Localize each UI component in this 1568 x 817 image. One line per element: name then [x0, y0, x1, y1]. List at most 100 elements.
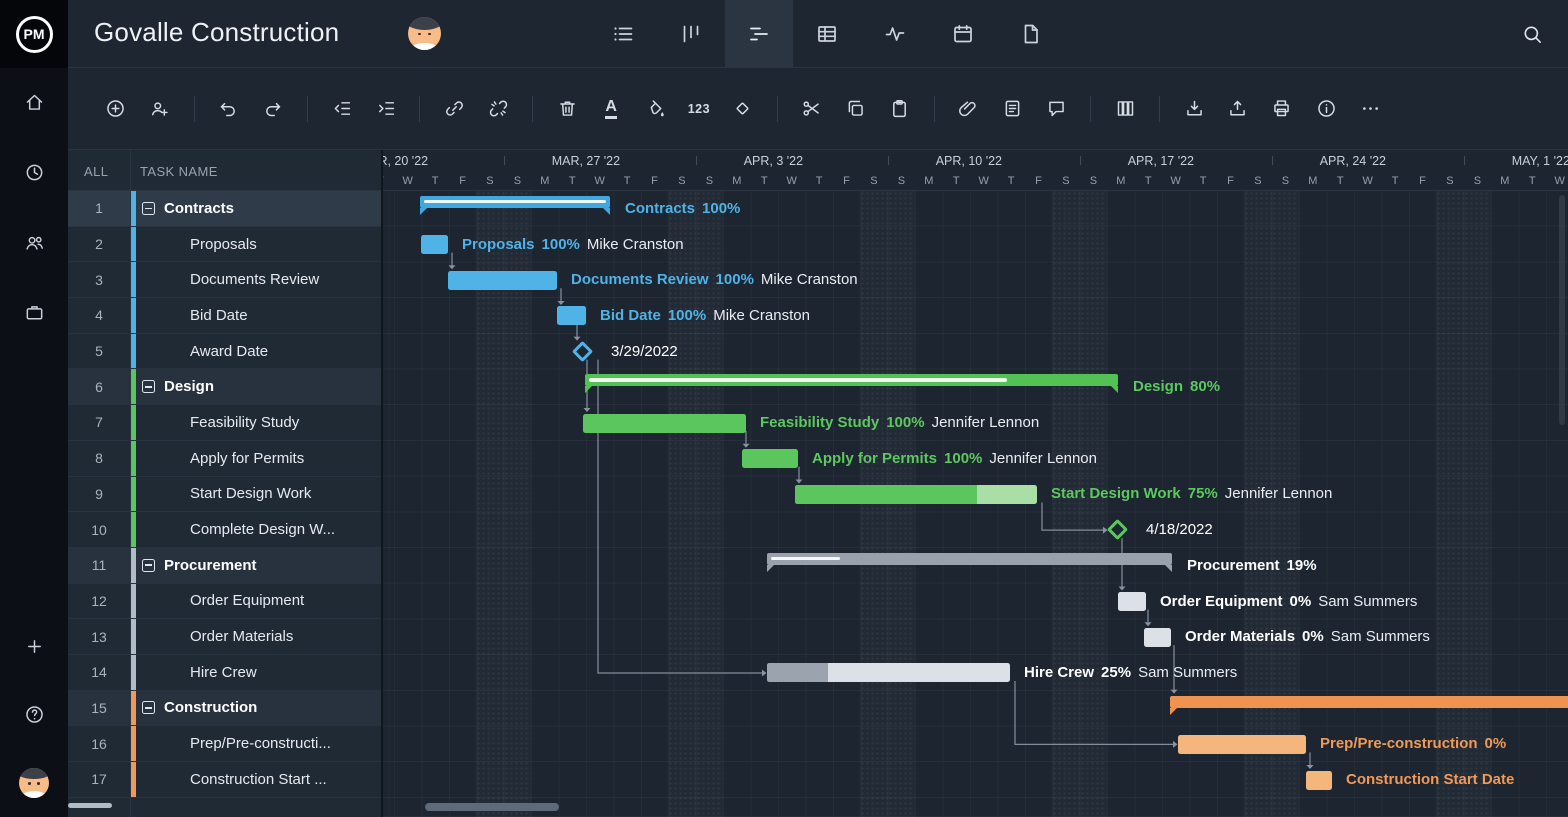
table-row[interactable]: 10Complete Design W...: [68, 512, 381, 548]
table-row[interactable]: 6Design: [68, 369, 381, 405]
cut-button[interactable]: [792, 89, 832, 129]
view-tab-doc[interactable]: [997, 0, 1065, 68]
info-button[interactable]: [1306, 89, 1346, 129]
comment-button[interactable]: [1036, 89, 1076, 129]
gantt-task-bar[interactable]: [1306, 771, 1332, 790]
table-row[interactable]: 4Bid Date: [68, 298, 381, 334]
scrollbar-thumb[interactable]: [68, 803, 112, 808]
sidebar-home-button[interactable]: [0, 80, 68, 124]
sidebar-help-button[interactable]: [0, 692, 68, 736]
table-row[interactable]: 2Proposals: [68, 227, 381, 263]
view-tab-calendar[interactable]: [929, 0, 997, 68]
day-letter: S: [1052, 175, 1079, 187]
day-letter: W: [1546, 175, 1568, 187]
paste-button[interactable]: [880, 89, 920, 129]
gantt-task-bar[interactable]: [583, 414, 746, 433]
unlink-button[interactable]: [478, 89, 518, 129]
gantt-summary-bar[interactable]: [585, 374, 1118, 386]
day-letter: F: [449, 175, 476, 187]
gantt-task-bar[interactable]: [421, 235, 448, 254]
row-number: 9: [68, 477, 130, 512]
redo-button[interactable]: [253, 89, 293, 129]
table-row[interactable]: 3Documents Review: [68, 262, 381, 298]
timeline-header: MAR, 20 '22SMTWTFSMAR, 27 '22SMTWTFSAPR,…: [383, 150, 1568, 191]
copy-icon: [845, 98, 866, 119]
export-button[interactable]: [1218, 89, 1258, 129]
vertical-scrollbar[interactable]: [1559, 195, 1565, 425]
table-row[interactable]: 9Start Design Work: [68, 477, 381, 513]
gantt-task-bar[interactable]: [448, 271, 557, 290]
sidebar-briefcase-button[interactable]: [0, 290, 68, 334]
row-number: 10: [68, 512, 130, 547]
gantt-summary-bar[interactable]: [767, 553, 1172, 565]
collapse-icon[interactable]: [142, 701, 155, 714]
print-button[interactable]: [1262, 89, 1302, 129]
project-title: Govalle Construction: [94, 17, 339, 48]
fill-color-button[interactable]: [635, 89, 675, 129]
gantt-milestone[interactable]: [1107, 519, 1128, 540]
scrollbar-thumb[interactable]: [425, 803, 559, 811]
gantt-task-bar[interactable]: [767, 663, 1010, 682]
collapse-icon[interactable]: [142, 559, 155, 572]
indent-button[interactable]: [366, 89, 406, 129]
table-row[interactable]: 11Procurement: [68, 548, 381, 584]
table-row[interactable]: 1Contracts: [68, 191, 381, 227]
sidebar-plus-button[interactable]: [0, 624, 68, 668]
gantt-task-bar[interactable]: [1144, 628, 1171, 647]
collapse-icon[interactable]: [142, 380, 155, 393]
attach-button[interactable]: [949, 89, 989, 129]
view-tab-sheet[interactable]: [793, 0, 861, 68]
add-user-button[interactable]: [140, 89, 180, 129]
table-row[interactable]: 14Hire Crew: [68, 655, 381, 691]
table-row[interactable]: 17Construction Start ...: [68, 762, 381, 798]
gantt-summary-bar[interactable]: [1170, 696, 1568, 708]
more-button[interactable]: [1350, 89, 1390, 129]
gantt-milestone[interactable]: [572, 341, 593, 362]
copy-button[interactable]: [836, 89, 876, 129]
collapse-icon[interactable]: [142, 202, 155, 215]
view-tab-activity[interactable]: [861, 0, 929, 68]
day-letter: M: [915, 175, 942, 187]
search-button[interactable]: [1514, 16, 1550, 52]
table-row[interactable]: 7Feasibility Study: [68, 405, 381, 441]
add-task-button[interactable]: [96, 89, 136, 129]
column-header-task-name[interactable]: TASK NAME: [140, 164, 218, 179]
gantt-task-bar[interactable]: [795, 485, 1037, 504]
link-icon: [444, 98, 465, 119]
trash-button[interactable]: [547, 89, 587, 129]
milestone-button[interactable]: [723, 89, 763, 129]
gantt-horizontal-scrollbar[interactable]: [383, 802, 1568, 812]
view-tab-gantt[interactable]: [725, 0, 793, 68]
table-row[interactable]: 12Order Equipment: [68, 584, 381, 620]
project-owner-avatar[interactable]: [408, 17, 441, 50]
undo-button[interactable]: [209, 89, 249, 129]
user-avatar[interactable]: [19, 768, 49, 798]
sidebar-people-button[interactable]: [0, 220, 68, 264]
notes-button[interactable]: [992, 89, 1032, 129]
table-horizontal-scrollbar[interactable]: [68, 802, 381, 810]
table-row[interactable]: 5Award Date: [68, 334, 381, 370]
import-button[interactable]: [1174, 89, 1214, 129]
table-row[interactable]: 16Prep/Pre-constructi...: [68, 726, 381, 762]
gantt-task-bar[interactable]: [742, 449, 798, 468]
view-tab-board[interactable]: [657, 0, 725, 68]
table-row[interactable]: 13Order Materials: [68, 619, 381, 655]
link-button[interactable]: [434, 89, 474, 129]
gantt-task-bar[interactable]: [557, 306, 586, 325]
pm-logo[interactable]: PM: [0, 0, 68, 68]
day-letter: T: [751, 175, 778, 187]
gantt-summary-bar[interactable]: [420, 196, 610, 208]
table-row[interactable]: 8Apply for Permits: [68, 441, 381, 477]
notes-icon: [1002, 98, 1023, 119]
numbers-button[interactable]: 123: [679, 89, 719, 129]
columns-button[interactable]: [1105, 89, 1145, 129]
column-header-all[interactable]: ALL: [84, 164, 108, 179]
outdent-button[interactable]: [322, 89, 362, 129]
view-tab-list[interactable]: [589, 0, 657, 68]
table-row[interactable]: 15Construction: [68, 691, 381, 727]
gantt-task-bar[interactable]: [1178, 735, 1306, 754]
gantt-chart: MAR, 20 '22SMTWTFSMAR, 27 '22SMTWTFSAPR,…: [383, 150, 1568, 817]
sidebar-clock-button[interactable]: [0, 150, 68, 194]
font-color-button[interactable]: A: [591, 89, 631, 129]
gantt-task-bar[interactable]: [1118, 592, 1146, 611]
